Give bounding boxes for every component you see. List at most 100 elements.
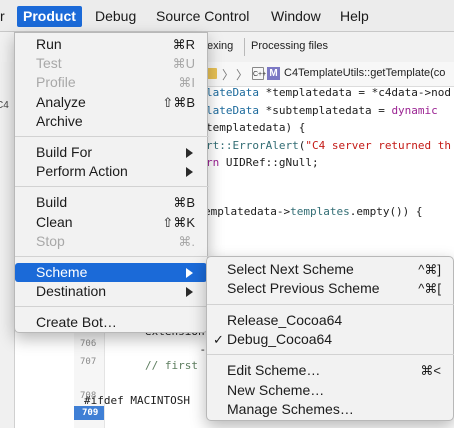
menu-item-label: Scheme [36, 264, 88, 280]
code-token: #ifdef MACINTOSH [84, 394, 190, 407]
menu-item-shortcut: ^⌘[ [418, 281, 441, 297]
menubar-item-debug[interactable]: Debug [95, 6, 136, 27]
menu-item-label: Profile [36, 74, 76, 91]
tab-divider [244, 38, 245, 56]
submenu-arrow-icon [186, 268, 193, 278]
menu-item-shortcut: ⇧⌘B [162, 94, 195, 110]
submenu-arrow-icon [186, 148, 193, 158]
scheme-item-select-next-scheme[interactable]: Select Next Scheme ^⌘] [207, 260, 453, 279]
menu-item-clean[interactable]: Clean ⇧⌘K [15, 213, 207, 232]
menu-item-shortcut: ⌘R [172, 37, 195, 52]
menu-bar: r Product Debug Source Control Window He… [0, 0, 454, 32]
code-token: templates [290, 205, 350, 218]
menu-separator [207, 303, 454, 305]
activity-indexing-label: exing [207, 40, 234, 52]
scheme-item-debug-cocoa64[interactable]: Debug_Cocoa64 ✓ [207, 330, 453, 349]
menu-item-destination[interactable]: Destination [15, 282, 207, 301]
code-token: *subtemplatedata = [258, 104, 392, 117]
menubar-item-help[interactable]: Help [340, 6, 369, 27]
checkmark-icon: ✓ [213, 331, 224, 347]
menu-item-label: Debug_Cocoa64 [227, 330, 333, 347]
menu-item-shortcut: ⌘I [178, 75, 195, 91]
menu-item-label: Manage Schemes… [227, 400, 354, 417]
menu-item-build-for[interactable]: Build For [15, 143, 207, 162]
menu-separator [15, 306, 209, 308]
current-line-number[interactable]: 709 [74, 406, 104, 420]
scheme-item-release-cocoa64[interactable]: Release_Cocoa64 [207, 311, 453, 330]
menu-separator [15, 136, 209, 137]
submenu-arrow-icon [186, 287, 193, 298]
menu-item-label: Release_Cocoa64 [227, 311, 343, 328]
menu-item-shortcut: ⌘< [420, 363, 441, 379]
navigator-tab-label: C4 [0, 100, 9, 111]
submenu-arrow-icon [186, 167, 193, 178]
menu-item-shortcut: ⌘B [173, 195, 195, 211]
scheme-item-select-previous-scheme[interactable]: Select Previous Scheme ^⌘[ [207, 279, 453, 298]
method-icon: M [267, 67, 280, 80]
cpp-file-icon: C++ [252, 67, 266, 80]
code-token: emplatedata-> [204, 205, 291, 218]
product-menu: Run ⌘R Test ⌘U Profile ⌘I Analyze ⇧⌘B Archive Bui… [14, 32, 209, 333]
activity-processing-label: Processing files [251, 40, 329, 52]
code-token: dynamic [391, 104, 438, 117]
menu-item-run[interactable]: Run ⌘R [15, 35, 207, 54]
code-line: lateData *subtemplatedata = dynamic [206, 104, 438, 117]
code-token: rt::ErrorAlert [206, 139, 299, 152]
menu-item-label: Build For [36, 144, 93, 160]
menu-separator [15, 256, 209, 257]
menu-item-label: Build [36, 194, 68, 211]
menu-item-stop[interactable]: Stop ⌘. [15, 232, 207, 251]
menu-item-shortcut: ^⌘] [418, 262, 441, 277]
menu-item-perform-action[interactable]: Perform Action [15, 162, 207, 181]
code-token: rn [206, 156, 226, 169]
menu-item-label: Destination [36, 283, 107, 300]
menubar-item-source-control[interactable]: Source Control [156, 6, 249, 27]
code-token: "C4 server returned th [305, 139, 452, 152]
menu-item-label: Perform Action [36, 163, 128, 180]
code-line: #ifdef MACINTOSH [84, 394, 190, 407]
line-number: 706 [80, 339, 97, 349]
code-line: // first [145, 359, 198, 372]
code-line: rn UIDRef::gNull; [206, 156, 319, 169]
code-line: emplatedata->templates.empty()) { [204, 205, 423, 218]
menu-item-shortcut: ⌘. [178, 233, 195, 249]
menu-item-label: Archive [36, 112, 83, 129]
code-line: templatedata) { [206, 121, 305, 134]
menu-item-label: Create Bot… [36, 314, 117, 331]
scheme-item-new-scheme[interactable]: New Scheme… [207, 381, 453, 400]
code-token: *templatedata = *c4data->nod [258, 86, 452, 99]
menu-item-label: Stop [36, 232, 65, 249]
menu-item-build[interactable]: Build ⌘B [15, 193, 207, 212]
menu-item-test[interactable]: Test ⌘U [15, 54, 207, 73]
navigator-pane: C4 [0, 62, 15, 428]
menubar-item-window[interactable]: Window [271, 6, 321, 27]
menu-separator [15, 186, 209, 188]
menu-item-label: Run [36, 36, 62, 52]
menu-item-profile[interactable]: Profile ⌘I [15, 73, 207, 92]
menubar-item-product[interactable]: Product [17, 6, 82, 27]
menu-item-label: Select Previous Scheme [227, 280, 380, 297]
menu-item-label: Test [36, 55, 62, 72]
menu-item-analyze[interactable]: Analyze ⇧⌘B [15, 93, 207, 112]
menu-item-label: Clean [36, 213, 73, 230]
jump-bar-function-label[interactable]: C4TemplateUtils::getTemplate(co [284, 67, 445, 79]
chevron-right-icon: 〉 [236, 68, 249, 82]
menu-item-archive[interactable]: Archive [15, 112, 207, 131]
line-number: 707 [80, 357, 97, 367]
menu-item-create-bot[interactable]: Create Bot… [15, 313, 207, 332]
scheme-submenu: Select Next Scheme ^⌘] Select Previous Sch… [206, 256, 454, 421]
menu-item-label: Edit Scheme… [227, 362, 321, 379]
code-token: lateData [206, 86, 259, 99]
menu-item-shortcut: ⇧⌘K [162, 214, 195, 230]
menu-item-shortcut: ⌘U [172, 56, 195, 72]
menu-item-label: Select Next Scheme [227, 261, 354, 277]
menu-item-scheme[interactable]: Scheme [15, 263, 207, 282]
code-token: templatedata) { [206, 121, 306, 134]
menu-separator [207, 354, 454, 356]
menubar-item-editor[interactable]: r [0, 6, 5, 27]
scheme-item-edit-scheme[interactable]: Edit Scheme… ⌘< [207, 361, 453, 380]
menu-item-label: Analyze [36, 93, 86, 110]
scheme-item-manage-schemes[interactable]: Manage Schemes… [207, 400, 453, 419]
code-token: .empty()) { [349, 205, 423, 218]
code-token: UIDRef::gNull; [225, 156, 319, 169]
